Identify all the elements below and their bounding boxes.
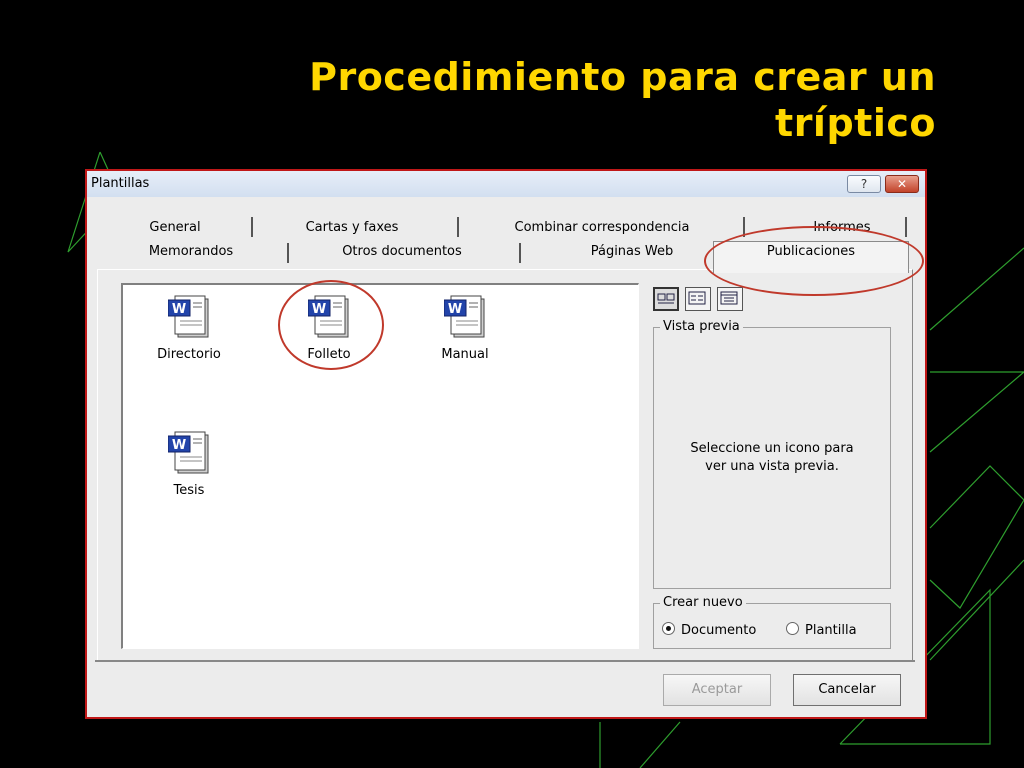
tab-general[interactable]: General	[115, 217, 235, 239]
preview-message: Seleccione un icono para ver una vista p…	[654, 440, 890, 476]
tab-memorandos[interactable]: Memorandos	[121, 241, 261, 263]
preview-line1: Seleccione un icono para	[690, 441, 854, 456]
highlight-folleto-circle	[278, 280, 384, 370]
preview-line2: ver una vista previa.	[705, 459, 839, 474]
tab-cartas-y-faxes[interactable]: Cartas y faxes	[277, 217, 427, 239]
list-view-button[interactable]	[685, 287, 711, 311]
template-item-tesis[interactable]: W Tesis	[129, 429, 249, 498]
details-view-icon	[720, 291, 738, 305]
help-button[interactable]: ?	[847, 175, 881, 193]
highlight-publicaciones-ellipse	[704, 226, 924, 296]
large-icons-view-icon	[657, 293, 675, 304]
tab-separator	[251, 217, 253, 237]
dialog-titlebar[interactable]: Plantillas ? ✕	[87, 171, 925, 197]
footer-divider	[95, 660, 915, 662]
word-document-icon: W	[168, 431, 209, 474]
tab-separator	[287, 243, 289, 263]
details-view-button[interactable]	[717, 287, 743, 311]
radio-documento[interactable]: Documento	[662, 622, 756, 639]
template-label: Directorio	[157, 347, 221, 362]
create-new-group: Crear nuevo Documento Plantilla	[653, 595, 891, 649]
tab-separator	[519, 243, 521, 263]
radio-plantilla[interactable]: Plantilla	[786, 622, 857, 639]
radio-plantilla-label: Plantilla	[805, 623, 857, 638]
slide-title-line2: tríptico	[775, 101, 936, 145]
tab-combinar-correspondencia[interactable]: Combinar correspondencia	[487, 217, 717, 239]
radio-selected-icon	[662, 622, 675, 635]
close-button[interactable]: ✕	[885, 175, 919, 193]
template-label: Tesis	[173, 483, 205, 498]
create-new-legend: Crear nuevo	[660, 595, 746, 610]
radio-unselected-icon	[786, 622, 799, 635]
list-view-icon	[688, 291, 706, 305]
svg-text:W: W	[448, 302, 462, 317]
radio-documento-label: Documento	[681, 623, 757, 638]
tab-paginas-web[interactable]: Páginas Web	[547, 241, 717, 263]
template-item-manual[interactable]: W Manual	[405, 293, 525, 362]
large-icons-view-button[interactable]	[653, 287, 679, 311]
tab-otros-documentos[interactable]: Otros documentos	[317, 241, 487, 263]
template-label: Manual	[441, 347, 489, 362]
dialog-title: Plantillas	[91, 176, 150, 191]
word-document-icon: W	[168, 295, 209, 338]
template-item-directorio[interactable]: W Directorio	[129, 293, 249, 362]
tab-separator	[457, 217, 459, 237]
slide-title-line1: Procedimiento para crear un	[309, 55, 936, 99]
svg-text:W: W	[172, 438, 186, 453]
svg-text:W: W	[172, 302, 186, 317]
preview-group: Vista previa Seleccione un icono para ve…	[653, 319, 891, 589]
ok-button[interactable]: Aceptar	[663, 674, 771, 706]
slide-title: Procedimiento para crear un tríptico	[136, 54, 936, 146]
word-document-icon: W	[444, 295, 485, 338]
tab-separator	[905, 217, 907, 237]
preview-legend: Vista previa	[660, 319, 743, 334]
cancel-button[interactable]: Cancelar	[793, 674, 901, 706]
